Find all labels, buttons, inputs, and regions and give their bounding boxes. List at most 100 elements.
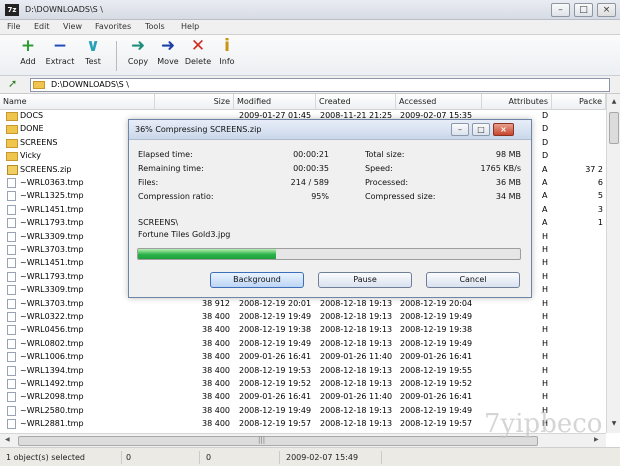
list-item[interactable]: ~WRL0456.tmp 38 400 2008-12-19 19:38 2008-1… bbox=[0, 324, 606, 337]
file-packed-size bbox=[570, 298, 603, 311]
dialog-maximize-button[interactable]: □ bbox=[472, 123, 490, 136]
copy-icon: ➜ bbox=[130, 36, 146, 56]
scroll-thumb[interactable] bbox=[609, 112, 619, 144]
scroll-left-icon[interactable]: ◀ bbox=[5, 436, 10, 443]
add-button[interactable]: + Add bbox=[12, 37, 44, 74]
up-folder-icon[interactable]: ➚ bbox=[8, 78, 21, 91]
copy-button[interactable]: ➜ Copy bbox=[122, 37, 154, 74]
column-name[interactable]: Name bbox=[0, 94, 155, 110]
file-accessed: 2009-01-26 16:41 bbox=[400, 392, 473, 402]
test-button[interactable]: ∨ Test bbox=[77, 37, 109, 74]
close-button[interactable]: × bbox=[597, 3, 616, 17]
processed-label: Processed: bbox=[365, 178, 409, 187]
file-size: 38 400 bbox=[202, 325, 230, 335]
compression-ratio-label: Compression ratio: bbox=[138, 192, 214, 201]
info-button[interactable]: i Info bbox=[211, 37, 243, 74]
file-size: 38 400 bbox=[202, 419, 230, 429]
dialog-title: 36% Compressing SCREENS.zip bbox=[135, 125, 262, 134]
vertical-scrollbar[interactable]: ▲ ▼ bbox=[606, 94, 620, 433]
file-modified: 2008-12-19 19:52 bbox=[239, 379, 312, 388]
list-item[interactable]: ~WRL1492.tmp 38 400 2008-12-19 19:52 2008-1… bbox=[0, 378, 606, 391]
file-name: ~WRL2881.tmp bbox=[20, 419, 84, 429]
list-item[interactable]: ~WRL2098.tmp 38 400 2009-01-26 16:41 2009-0… bbox=[0, 391, 606, 404]
processed-value: 36 MB bbox=[495, 178, 521, 187]
background-button[interactable]: Background bbox=[210, 272, 304, 288]
list-item[interactable]: ~WRL0802.tmp 38 400 2008-12-19 19:49 2008-1… bbox=[0, 338, 606, 351]
file-packed-size bbox=[570, 257, 603, 270]
minimize-button[interactable]: – bbox=[551, 3, 570, 17]
menu-help[interactable]: Help bbox=[181, 22, 199, 31]
menu-tools[interactable]: Tools bbox=[145, 22, 165, 31]
cancel-button[interactable]: Cancel bbox=[426, 272, 520, 288]
pause-button[interactable]: Pause bbox=[318, 272, 412, 288]
menu-edit[interactable]: Edit bbox=[34, 22, 50, 31]
horizontal-scroll-thumb[interactable] bbox=[18, 436, 538, 446]
list-item[interactable]: ~WRL1394.tmp 38 400 2008-12-19 19:53 2008-1… bbox=[0, 365, 606, 378]
file-icon bbox=[7, 258, 16, 269]
file-created: 2009-01-26 11:40 bbox=[320, 352, 393, 362]
toolbar-separator bbox=[116, 41, 117, 71]
files-label: Files: bbox=[138, 178, 159, 187]
file-modified: 2008-12-19 19:49 bbox=[239, 338, 312, 348]
file-attributes: H bbox=[542, 271, 549, 281]
files-value: 214 / 589 bbox=[290, 178, 329, 187]
column-attributes[interactable]: Attributes bbox=[482, 94, 552, 110]
menu-view[interactable]: View bbox=[63, 22, 82, 31]
maximize-button[interactable]: □ bbox=[574, 3, 593, 17]
file-attributes: H bbox=[542, 352, 549, 362]
elapsed-value: 00:00:21 bbox=[293, 150, 329, 159]
address-field[interactable]: D:\DOWNLOADS\S \ bbox=[30, 78, 610, 92]
app-icon: 7z bbox=[5, 4, 19, 16]
file-icon bbox=[7, 312, 16, 322]
file-packed-size bbox=[570, 110, 603, 123]
file-size: 38 400 bbox=[202, 312, 230, 321]
file-name: ~WRL0802.tmp bbox=[20, 338, 84, 348]
file-created: 2008-12-18 19:13 bbox=[320, 419, 393, 429]
file-packed-size: 5 bbox=[597, 191, 603, 201]
list-item[interactable]: ~WRL1006.tmp 38 400 2009-01-26 16:41 2009-0… bbox=[0, 351, 606, 364]
status-bar: 1 object(s) selected 0 0 2009-02-07 15:4… bbox=[0, 447, 620, 466]
file-name: ~WRL3703.tmp bbox=[20, 298, 84, 308]
file-packed-size bbox=[570, 150, 603, 163]
column-size[interactable]: Size bbox=[155, 94, 234, 110]
status-selected: 1 object(s) selected bbox=[6, 451, 122, 464]
column-created[interactable]: Created bbox=[316, 94, 396, 110]
file-size: 38 400 bbox=[202, 379, 230, 388]
column-modified[interactable]: Modified bbox=[234, 94, 316, 110]
file-accessed: 2008-12-19 19:49 bbox=[400, 312, 473, 321]
file-attributes: D bbox=[542, 124, 549, 134]
move-icon: ➜ bbox=[160, 36, 176, 56]
column-packed[interactable]: Packe bbox=[552, 94, 606, 110]
test-icon: ∨ bbox=[86, 36, 100, 56]
file-attributes: H bbox=[542, 245, 549, 254]
file-attributes: A bbox=[542, 191, 548, 201]
file-packed-size: 3 bbox=[597, 204, 603, 214]
dialog-minimize-button[interactable]: – bbox=[451, 123, 469, 136]
menu-file[interactable]: File bbox=[7, 22, 20, 31]
file-packed-size: 6 bbox=[597, 178, 603, 187]
file-attributes: D bbox=[542, 111, 549, 120]
file-attributes: A bbox=[542, 218, 548, 228]
scroll-up-icon[interactable]: ▲ bbox=[609, 97, 619, 107]
file-name: ~WRL1492.tmp bbox=[20, 379, 84, 388]
file-created: 2008-12-18 19:13 bbox=[320, 298, 393, 308]
progress-fill bbox=[138, 249, 276, 259]
file-modified: 2008-12-19 19:53 bbox=[239, 365, 312, 375]
move-button[interactable]: ➜ Move bbox=[152, 37, 184, 74]
copy-label: Copy bbox=[127, 57, 149, 66]
list-item[interactable]: ~WRL3703.tmp 38 912 2008-12-19 20:01 2008-1… bbox=[0, 298, 606, 311]
file-packed-size bbox=[570, 378, 603, 391]
file-attributes: H bbox=[542, 365, 549, 375]
watermark: 7yipbeco bbox=[484, 409, 603, 439]
folder-icon bbox=[6, 112, 18, 121]
column-accessed[interactable]: Accessed bbox=[396, 94, 482, 110]
list-item[interactable]: ~WRL0322.tmp 38 400 2008-12-19 19:49 2008-1… bbox=[0, 311, 606, 324]
compress-progress-dialog: 36% Compressing SCREENS.zip – □ × Elapse… bbox=[128, 119, 532, 298]
dialog-close-button[interactable]: × bbox=[493, 123, 514, 136]
file-size: 38 400 bbox=[202, 365, 230, 375]
scroll-down-icon[interactable]: ▼ bbox=[609, 419, 619, 429]
zip-file-icon bbox=[7, 164, 18, 175]
delete-button[interactable]: ✕ Delete bbox=[182, 37, 214, 74]
extract-button[interactable]: − Extract bbox=[44, 37, 76, 74]
menu-favorites[interactable]: Favorites bbox=[95, 22, 131, 31]
